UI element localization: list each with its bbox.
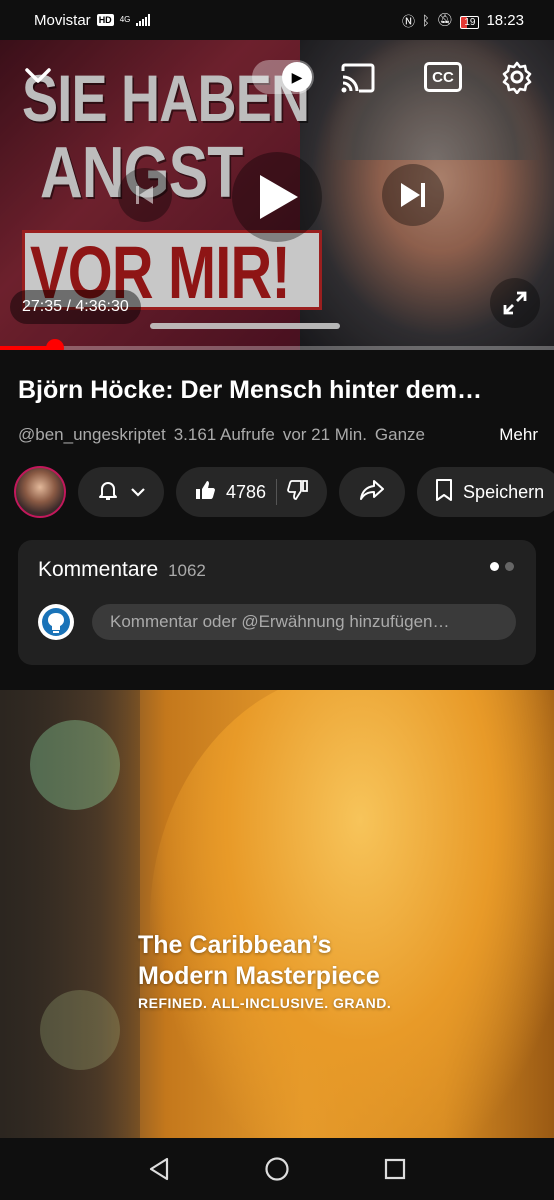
network-type: 4G — [119, 15, 131, 24]
clock: 18:23 — [486, 11, 524, 29]
comment-input[interactable]: Kommentar oder @Erwähnung hinzufügen… — [92, 604, 516, 640]
nfc-icon: Ⓝ — [401, 13, 415, 29]
ad-headline-line2: Modern Masterpiece — [138, 962, 380, 990]
channel-avatar[interactable] — [14, 466, 66, 518]
signal-icon — [136, 14, 151, 26]
share-button[interactable] — [339, 467, 406, 517]
video-meta[interactable]: @ben_ungeskriptet 3.161 Aufrufe vor 21 M… — [18, 425, 538, 445]
progress-bar[interactable] — [0, 339, 554, 350]
bookmark-icon — [435, 478, 453, 507]
ad-headline: The Caribbean’s Modern Masterpiece — [138, 930, 380, 992]
previous-video-icon[interactable] — [118, 168, 172, 222]
video-player[interactable]: SIE HABEN ANGST VOR MIR! ▶ CC 27:35 / 4:… — [0, 40, 554, 350]
chevron-down-icon — [130, 482, 146, 503]
save-label: Speichern — [463, 481, 545, 502]
thumbs-down-icon[interactable] — [287, 479, 309, 506]
next-video-icon[interactable] — [382, 164, 444, 226]
mute-bell-icon: 🔕︎ — [436, 12, 454, 27]
cast-icon[interactable] — [340, 60, 376, 96]
autoplay-play-icon: ▶ — [282, 62, 312, 92]
carousel-dots — [490, 562, 514, 571]
comments-heading: Kommentare 1062 — [38, 558, 206, 582]
battery-indicator: 19 — [460, 15, 480, 29]
like-dislike-pill[interactable]: 4786 — [176, 467, 328, 517]
share-arrow-icon — [359, 479, 385, 506]
user-avatar — [38, 604, 74, 640]
bluetooth-icon: ᛒ — [422, 12, 430, 28]
playback-time: 27:35 / 4:36:30 — [10, 290, 141, 324]
upload-age: vor 21 Min. — [282, 425, 367, 444]
home-circle-icon[interactable] — [257, 1149, 297, 1189]
view-count: 3.161 Aufrufe — [173, 425, 275, 444]
thumbs-up-icon[interactable] — [194, 479, 216, 506]
ad-headline-line1: The Caribbean’s — [138, 931, 332, 959]
comments-title: Kommentare — [38, 558, 159, 581]
subscribe-bell-button[interactable] — [78, 467, 164, 517]
comments-panel[interactable]: Kommentare 1062 Kommentar oder @Erwähnun… — [18, 540, 536, 665]
status-bar: Movistar HD 4G Ⓝ ᛒ 🔕︎ 19 18:23 — [0, 0, 554, 40]
settings-gear-icon[interactable] — [498, 58, 536, 96]
hd-voice-badge: HD — [96, 14, 114, 26]
autoplay-toggle[interactable]: ▶ — [252, 60, 314, 94]
more-link[interactable]: Mehr — [499, 425, 538, 445]
recents-square-icon[interactable] — [375, 1149, 415, 1189]
carrier-name: Movistar — [34, 11, 91, 29]
fullscreen-icon[interactable] — [490, 278, 540, 328]
ad-video-banner[interactable]: The Caribbean’s Modern Masterpiece REFIN… — [0, 690, 554, 1138]
comments-count: 1062 — [168, 561, 206, 580]
minimize-chevron-icon[interactable] — [22, 60, 54, 92]
description-preview: Ganze — [374, 425, 426, 444]
like-count: 4786 — [226, 481, 267, 502]
video-title[interactable]: Björn Höcke: Der Mensch hinter dem… — [18, 376, 538, 405]
action-row: 4786 Speichern — [14, 466, 554, 518]
system-nav-bar — [0, 1138, 554, 1200]
channel-handle[interactable]: @ben_ungeskriptet — [18, 425, 166, 445]
save-button[interactable]: Speichern — [417, 467, 554, 517]
captions-cc-icon[interactable]: CC — [424, 62, 462, 92]
play-icon[interactable] — [232, 152, 322, 242]
bell-icon — [96, 478, 120, 507]
ad-tagline: REFINED. ALL-INCLUSIVE. GRAND. — [138, 995, 392, 1011]
back-triangle-icon[interactable] — [139, 1149, 179, 1189]
